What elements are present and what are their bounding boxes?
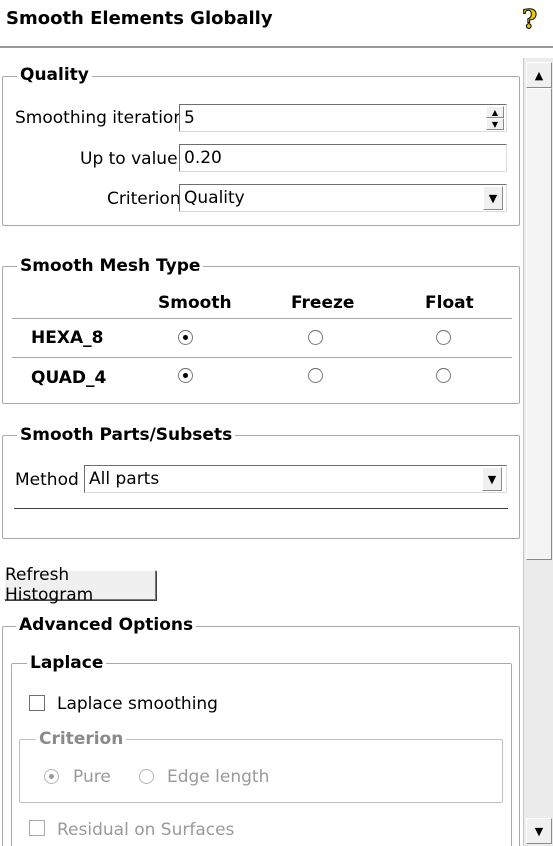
col-smooth: Smooth (158, 293, 232, 313)
quad4-smooth-radio[interactable] (178, 368, 193, 383)
quality-group-title: Quality (17, 65, 92, 85)
criterion-select[interactable]: Quality (179, 184, 507, 212)
laplace-smoothing-checkbox[interactable] (29, 695, 45, 711)
col-freeze: Freeze (291, 293, 355, 313)
laplace-smoothing-label: Laplace smoothing (57, 694, 218, 714)
laplace-criterion-title: Criterion (36, 729, 127, 749)
row-quad4-label: QUAD_4 (31, 368, 107, 388)
quad4-freeze-radio[interactable] (308, 368, 323, 383)
mesh-header-divider (12, 318, 512, 319)
pure-label: Pure (73, 767, 111, 787)
smoothing-iterations-value: 5 (184, 108, 195, 128)
row-hexa8-label: HEXA_8 (31, 328, 104, 348)
vertical-scrollbar[interactable]: ▲ ▼ (523, 58, 553, 846)
hexa8-freeze-radio[interactable] (308, 330, 323, 345)
method-value: All parts (89, 469, 160, 489)
refresh-histogram-label: Refresh Histogram (5, 565, 94, 605)
hexa8-smooth-radio[interactable] (178, 330, 193, 345)
scroll-up-icon[interactable]: ▲ (526, 62, 552, 88)
help-question-icon[interactable]: ? (519, 4, 545, 36)
method-select[interactable]: All parts (84, 465, 507, 493)
criterion-label: Criterion (107, 189, 181, 209)
scroll-thumb[interactable] (526, 88, 552, 560)
mesh-type-group-title: Smooth Mesh Type (17, 256, 204, 276)
quad4-float-radio[interactable] (436, 368, 451, 383)
method-label: Method (15, 470, 79, 490)
refresh-histogram-button[interactable]: Refresh Histogram (4, 565, 156, 605)
mesh-row-divider (12, 357, 512, 358)
smoothing-iterations-field[interactable]: 5 (179, 104, 507, 132)
spin-up-icon[interactable]: ▲ (486, 106, 504, 118)
up-to-value-field[interactable]: 0.20 (179, 144, 507, 172)
parts-group-title: Smooth Parts/Subsets (17, 425, 236, 445)
hexa8-float-radio[interactable] (436, 330, 451, 345)
parts-divider (14, 508, 508, 509)
col-float: Float (425, 293, 474, 313)
edge-length-radio[interactable] (139, 769, 154, 784)
residual-surfaces-label: Residual on Surfaces (57, 820, 235, 840)
residual-surfaces-checkbox[interactable] (29, 820, 45, 836)
up-to-value-text: 0.20 (184, 148, 222, 168)
iterations-spinner[interactable]: ▲ ▼ (486, 106, 504, 130)
pure-radio[interactable] (44, 769, 59, 784)
up-to-value-label: Up to value (80, 149, 178, 169)
spin-down-icon[interactable]: ▼ (486, 118, 504, 130)
laplace-group-title: Laplace (27, 653, 107, 673)
criterion-value: Quality (184, 188, 245, 208)
svg-text:?: ? (522, 5, 537, 35)
edge-length-label: Edge length (167, 767, 270, 787)
method-dropdown-icon[interactable]: ▼ (482, 467, 502, 491)
scroll-down-icon[interactable]: ▼ (526, 818, 552, 844)
criterion-dropdown-icon[interactable]: ▼ (483, 186, 503, 210)
smoothing-iterations-label: Smoothing iterations (15, 108, 193, 128)
advanced-group-title: Advanced Options (16, 615, 197, 635)
window-title: Smooth Elements Globally (6, 8, 273, 29)
